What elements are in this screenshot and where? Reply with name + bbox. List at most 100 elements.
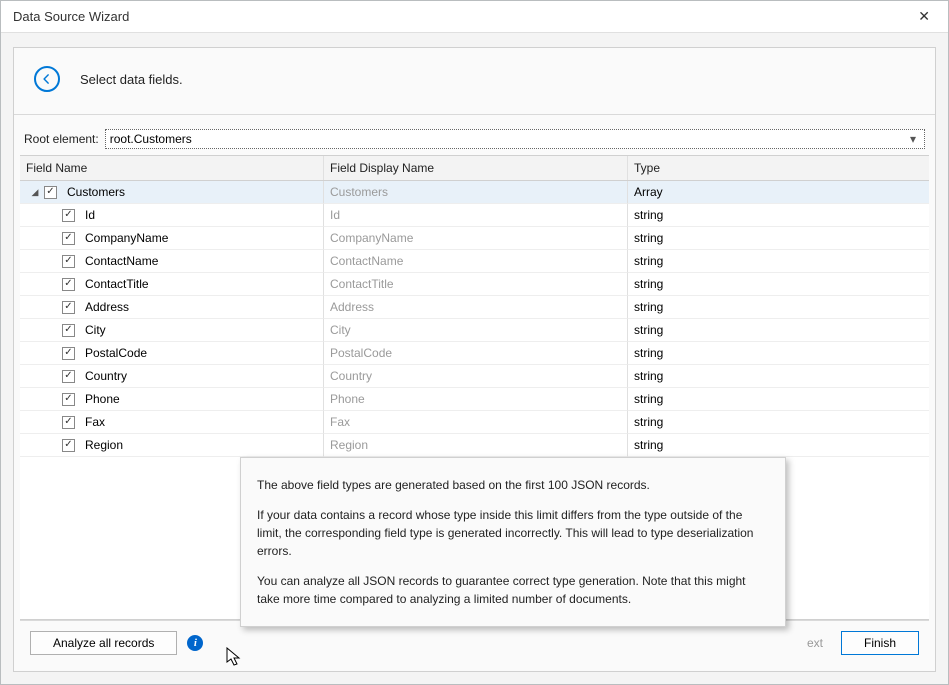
row-checkbox[interactable] [44, 186, 57, 199]
cell-field-name: CompanyName [20, 227, 324, 250]
table-row[interactable]: ContactTitleContactTitlestring [20, 273, 929, 296]
window-title: Data Source Wizard [13, 9, 129, 24]
field-name-text: PostalCode [85, 346, 147, 360]
back-button[interactable] [34, 66, 60, 92]
cell-field-name: ContactTitle [20, 273, 324, 296]
row-checkbox[interactable] [62, 209, 75, 222]
cell-field-name: Phone [20, 388, 324, 411]
cell-type: string [628, 296, 929, 319]
footer-right: ext Finish [807, 631, 919, 655]
cell-display-name[interactable]: Fax [324, 411, 628, 434]
table-row[interactable]: CountryCountrystring [20, 365, 929, 388]
cell-field-name: Fax [20, 411, 324, 434]
table-header: Field Name Field Display Name Type [20, 156, 929, 181]
footer-left: Analyze all records i [30, 631, 203, 655]
table-row[interactable]: CompanyNameCompanyNamestring [20, 227, 929, 250]
cell-display-name[interactable]: Address [324, 296, 628, 319]
field-name-text: ContactTitle [85, 277, 149, 291]
wizard-window: Data Source Wizard ✕ Select data fields.… [0, 0, 949, 685]
dropdown-arrow-icon: ▾ [906, 132, 920, 146]
root-element-row: Root element: root.Customers ▾ [20, 129, 929, 155]
field-name-text: ContactName [85, 254, 158, 268]
field-name-text: CompanyName [85, 231, 168, 245]
cell-display-name[interactable]: City [324, 319, 628, 342]
body-section: Root element: root.Customers ▾ Field Nam… [14, 115, 935, 671]
cell-display-name[interactable]: ContactName [324, 250, 628, 273]
cell-type: string [628, 250, 929, 273]
info-icon[interactable]: i [187, 635, 203, 651]
row-checkbox[interactable] [62, 393, 75, 406]
step-header: Select data fields. [14, 48, 935, 115]
tooltip-p1: The above field types are generated base… [257, 476, 769, 494]
next-button-partial[interactable]: ext [807, 636, 829, 650]
table-row[interactable]: ContactNameContactNamestring [20, 250, 929, 273]
cell-field-name: ◢ Customers [20, 181, 324, 204]
field-name-text: Country [85, 369, 127, 383]
cell-type: string [628, 342, 929, 365]
row-checkbox[interactable] [62, 278, 75, 291]
cell-type: Array [628, 181, 929, 204]
cell-display-name[interactable]: Customers [324, 181, 628, 204]
cell-display-name[interactable]: Region [324, 434, 628, 457]
field-name-text: City [85, 323, 106, 337]
table-row[interactable]: IdIdstring [20, 204, 929, 227]
step-title: Select data fields. [80, 72, 183, 87]
tooltip-p3: You can analyze all JSON records to guar… [257, 572, 769, 608]
col-header-name[interactable]: Field Name [20, 156, 324, 180]
cell-display-name[interactable]: ContactTitle [324, 273, 628, 296]
root-element-label: Root element: [24, 132, 99, 146]
col-header-type[interactable]: Type [628, 156, 929, 180]
cell-display-name[interactable]: CompanyName [324, 227, 628, 250]
cell-display-name[interactable]: Id [324, 204, 628, 227]
content-panel: Select data fields. Root element: root.C… [13, 47, 936, 672]
titlebar: Data Source Wizard ✕ [1, 1, 948, 33]
cell-type: string [628, 273, 929, 296]
finish-button[interactable]: Finish [841, 631, 919, 655]
cell-field-name: Region [20, 434, 324, 457]
row-checkbox[interactable] [62, 370, 75, 383]
row-checkbox[interactable] [62, 232, 75, 245]
cell-display-name[interactable]: PostalCode [324, 342, 628, 365]
row-checkbox[interactable] [62, 255, 75, 268]
field-name-text: Fax [85, 415, 105, 429]
row-checkbox[interactable] [62, 324, 75, 337]
cell-field-name: Country [20, 365, 324, 388]
table-row[interactable]: RegionRegionstring [20, 434, 929, 457]
arrow-left-icon [40, 72, 54, 86]
root-element-select[interactable]: root.Customers ▾ [105, 129, 925, 149]
row-checkbox[interactable] [62, 416, 75, 429]
cell-display-name[interactable]: Phone [324, 388, 628, 411]
cell-field-name: Address [20, 296, 324, 319]
table-body: ◢CustomersCustomersArrayIdIdstringCompan… [20, 181, 929, 457]
col-header-display[interactable]: Field Display Name [324, 156, 628, 180]
cell-field-name: PostalCode [20, 342, 324, 365]
cell-type: string [628, 319, 929, 342]
cell-display-name[interactable]: Country [324, 365, 628, 388]
table-row[interactable]: CityCitystring [20, 319, 929, 342]
field-name-text: Id [85, 208, 95, 222]
close-icon[interactable]: ✕ [912, 6, 936, 27]
table-row[interactable]: ◢CustomersCustomersArray [20, 181, 929, 204]
tooltip-p2: If your data contains a record whose typ… [257, 506, 769, 560]
field-name-text: Address [85, 300, 129, 314]
table-row[interactable]: PhonePhonestring [20, 388, 929, 411]
cell-type: string [628, 365, 929, 388]
cell-field-name: ContactName [20, 250, 324, 273]
root-element-value: root.Customers [110, 132, 192, 146]
table-row[interactable]: FaxFaxstring [20, 411, 929, 434]
cell-type: string [628, 434, 929, 457]
row-checkbox[interactable] [62, 301, 75, 314]
field-name-text: Phone [85, 392, 120, 406]
row-checkbox[interactable] [62, 439, 75, 452]
table-row[interactable]: AddressAddressstring [20, 296, 929, 319]
table-row[interactable]: PostalCodePostalCodestring [20, 342, 929, 365]
info-tooltip: The above field types are generated base… [240, 457, 786, 627]
cell-type: string [628, 411, 929, 434]
row-checkbox[interactable] [62, 347, 75, 360]
field-name-text: Customers [67, 185, 125, 199]
analyze-all-button[interactable]: Analyze all records [30, 631, 177, 655]
cell-field-name: City [20, 319, 324, 342]
expand-toggle-icon[interactable]: ◢ [30, 187, 40, 198]
cell-type: string [628, 227, 929, 250]
cell-type: string [628, 204, 929, 227]
